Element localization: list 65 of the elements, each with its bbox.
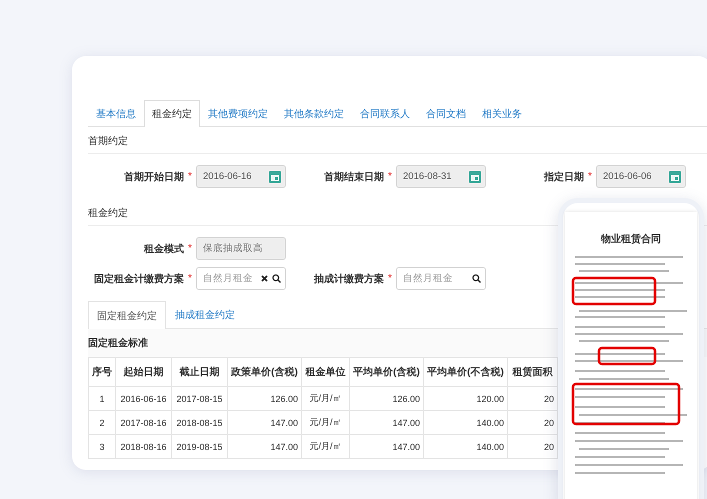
column-header: 起始日期 — [116, 358, 172, 386]
column-header: 租金单位 — [302, 358, 350, 386]
calendar-icon[interactable] — [669, 170, 681, 182]
table-cell: 147.00 — [350, 410, 424, 434]
tab[interactable]: 其他条款约定 — [276, 100, 352, 126]
calendar-icon[interactable] — [269, 170, 281, 182]
column-header: 平均单价(含税) — [350, 358, 424, 386]
calendar-icon[interactable] — [469, 170, 481, 182]
tab[interactable]: 合同文档 — [418, 100, 474, 126]
field-label: 抽成计缴费方案 — [312, 272, 384, 286]
table-cell: 120.00 — [424, 386, 508, 410]
required-mark: * — [188, 243, 192, 254]
table-cell: 元/月/㎡ — [302, 386, 350, 410]
table-cell: 1 — [88, 386, 116, 410]
document-title: 物业租赁合同 — [600, 232, 662, 246]
table-cell: 140.00 — [424, 434, 508, 458]
field-label: 首期结束日期 — [323, 170, 384, 184]
date-field[interactable]: 2016-06-16 — [196, 165, 286, 188]
date-field[interactable]: 2016-06-06 — [596, 165, 686, 188]
tab[interactable]: 相关业务 — [474, 100, 530, 126]
table-cell: 2018-08-15 — [172, 410, 228, 434]
table-cell: 126.00 — [350, 386, 424, 410]
required-mark: * — [188, 273, 192, 284]
tab[interactable]: 固定租金约定 — [88, 301, 166, 329]
field-label: 租金模式 — [142, 242, 184, 256]
lookup-field[interactable]: 自然月租金 — [196, 267, 286, 290]
tab[interactable]: 抽成租金约定 — [166, 301, 244, 328]
mode-field: 保底抽成取高 — [196, 237, 286, 260]
field-label: 指定日期 — [542, 170, 584, 184]
highlight-box — [598, 346, 656, 366]
table-cell: 元/月/㎡ — [302, 410, 350, 434]
table-cell: 2016-06-16 — [116, 386, 172, 410]
date-field[interactable]: 2016-08-31 — [396, 165, 486, 188]
tab[interactable]: 租金约定 — [144, 100, 200, 127]
table-cell: 126.00 — [228, 386, 302, 410]
required-mark: * — [388, 171, 392, 182]
search-icon[interactable] — [472, 274, 481, 283]
table-cell: 3 — [88, 434, 116, 458]
table-cell: 147.00 — [228, 410, 302, 434]
field-label: 首期开始日期 — [123, 170, 184, 184]
required-mark: * — [188, 171, 192, 182]
column-header: 序号 — [88, 358, 116, 386]
table-cell: 2017-08-16 — [116, 410, 172, 434]
required-mark: * — [588, 171, 592, 182]
required-mark: * — [388, 273, 392, 284]
field-label: 固定租金计缴费方案 — [93, 272, 184, 286]
column-header: 截止日期 — [172, 358, 228, 386]
table-cell: 2019-08-15 — [172, 434, 228, 458]
lookup-field[interactable]: 自然月租金 — [396, 267, 486, 290]
search-icon[interactable] — [272, 274, 281, 283]
table-cell: 147.00 — [350, 434, 424, 458]
tab[interactable]: 其他费项约定 — [200, 100, 276, 126]
tab[interactable]: 合同联系人 — [352, 100, 418, 126]
table-cell: 2018-08-16 — [116, 434, 172, 458]
table-cell: 2 — [88, 410, 116, 434]
clear-icon[interactable] — [261, 275, 268, 282]
table-cell: 2017-08-15 — [172, 386, 228, 410]
column-header: 租赁面积 — [508, 358, 558, 386]
tab[interactable]: 基本信息 — [88, 100, 144, 126]
table-cell: 140.00 — [424, 410, 508, 434]
table-cell: 147.00 — [228, 434, 302, 458]
column-header: 平均单价(不含税) — [424, 358, 508, 386]
column-header: 政策单价(含税) — [228, 358, 302, 386]
section-title: 首期约定 — [88, 127, 707, 154]
table-cell: 元/月/㎡ — [302, 434, 350, 458]
